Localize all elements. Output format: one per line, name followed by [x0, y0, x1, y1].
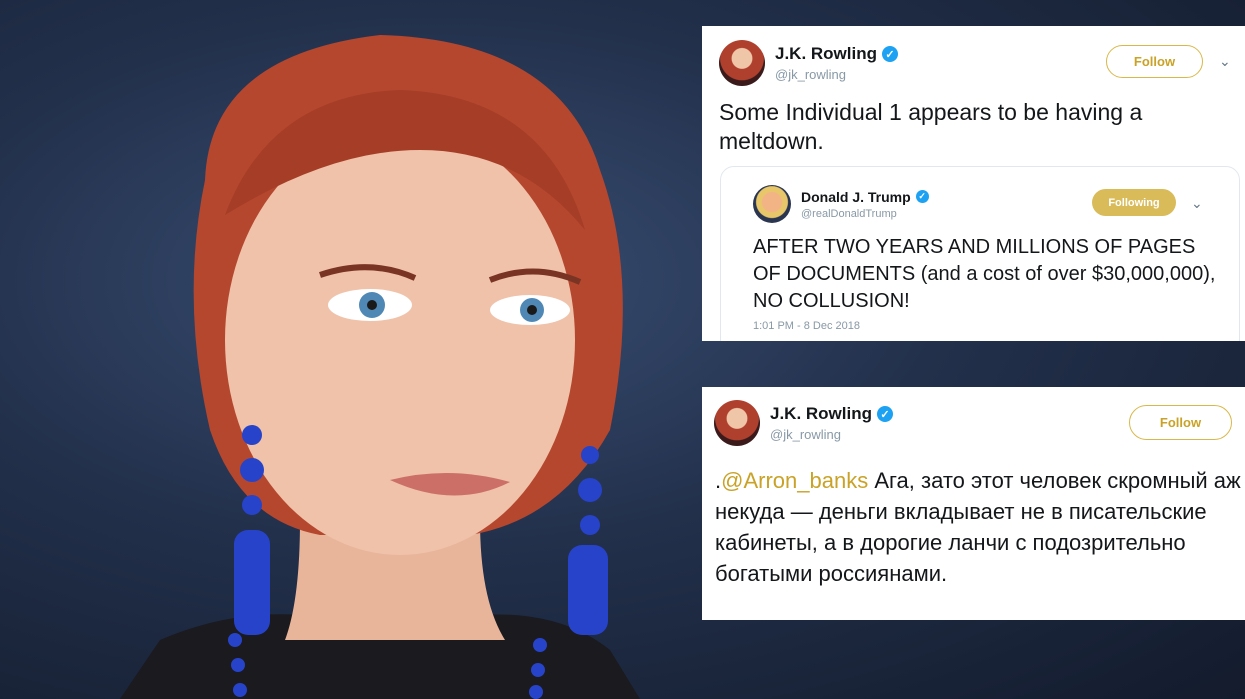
quoted-author-handle[interactable]: @realDonaldTrump [801, 208, 929, 220]
author-name[interactable]: J.K. Rowling [770, 404, 872, 424]
tweet-header: J.K. Rowling ✓ @jk_rowling [714, 400, 893, 446]
verified-icon: ✓ [915, 190, 929, 203]
chevron-down-icon[interactable]: ⌄ [1219, 53, 1231, 70]
quoted-author-name[interactable]: Donald J. Trump [801, 189, 911, 205]
follow-button[interactable]: Follow [1129, 405, 1232, 440]
tweet-card-2: J.K. Rowling ✓ @jk_rowling Follow .@Arro… [702, 387, 1245, 620]
following-button[interactable]: Following [1092, 189, 1176, 216]
mention-link[interactable]: @Arron_banks [721, 468, 868, 493]
tweet-card-1: J.K. Rowling ✓ @jk_rowling Follow ⌄ Some… [702, 26, 1245, 341]
verified-icon: ✓ [877, 406, 893, 422]
author-handle[interactable]: @jk_rowling [775, 67, 898, 82]
verified-icon: ✓ [882, 46, 898, 62]
follow-button[interactable]: Follow [1106, 45, 1203, 78]
avatar[interactable] [719, 40, 765, 86]
quoted-tweet-text: AFTER TWO YEARS AND MILLIONS OF PAGES OF… [753, 236, 1216, 312]
tweet-text: Some Individual 1 appears to be having a… [719, 99, 1143, 154]
quoted-tweet-header: Donald J. Trump ✓ @realDonaldTrump [753, 185, 929, 223]
tweet-header: J.K. Rowling ✓ @jk_rowling [719, 40, 898, 86]
chevron-down-icon[interactable]: ⌄ [1191, 195, 1203, 212]
quoted-tweet[interactable]: Donald J. Trump ✓ @realDonaldTrump Follo… [720, 166, 1240, 341]
tweet-text: .@Arron_banks Ага, зато этот человек скр… [715, 465, 1245, 589]
avatar[interactable] [753, 185, 791, 223]
quoted-tweet-timestamp[interactable]: 1:01 PM - 8 Dec 2018 [753, 320, 860, 332]
avatar[interactable] [714, 400, 760, 446]
author-handle[interactable]: @jk_rowling [770, 427, 893, 442]
author-name[interactable]: J.K. Rowling [775, 44, 877, 64]
